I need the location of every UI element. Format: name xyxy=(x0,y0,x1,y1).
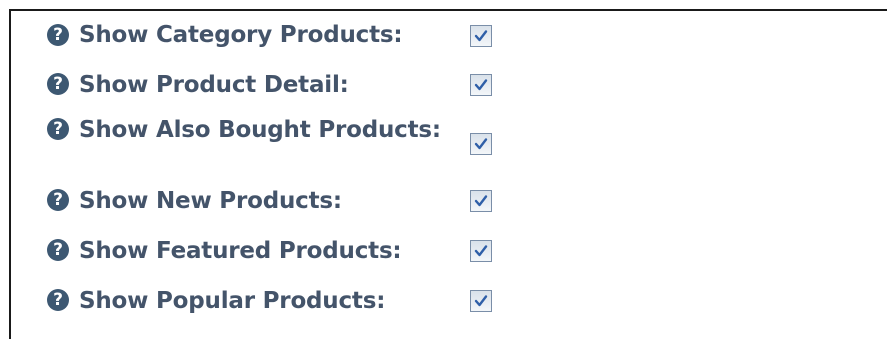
help-question-icon[interactable]: ? xyxy=(47,239,69,261)
show-also-bought-products-checkbox[interactable] xyxy=(470,133,492,155)
help-question-icon[interactable]: ? xyxy=(47,189,69,211)
setting-label: Show Featured Products: xyxy=(79,238,402,264)
checkmark-icon xyxy=(474,138,488,150)
setting-row-popular-products: ? Show Popular Products: xyxy=(11,287,887,323)
setting-row-category-products: ? Show Category Products: xyxy=(11,21,887,57)
setting-row-featured-products: ? Show Featured Products: xyxy=(11,237,887,273)
setting-label: Show Category Products: xyxy=(79,22,403,48)
checkmark-icon xyxy=(474,295,488,307)
setting-row-new-products: ? Show New Products: xyxy=(11,187,887,223)
setting-row-product-detail: ? Show Product Detail: xyxy=(11,71,887,107)
help-question-icon[interactable]: ? xyxy=(47,118,69,140)
setting-label: Show Product Detail: xyxy=(79,72,349,98)
checkmark-icon xyxy=(474,79,488,91)
help-question-icon[interactable]: ? xyxy=(47,289,69,311)
checkmark-icon xyxy=(474,245,488,257)
show-new-products-checkbox[interactable] xyxy=(470,190,492,212)
checkmark-icon xyxy=(474,195,488,207)
checkmark-icon xyxy=(474,30,488,42)
setting-row-also-bought-products: ? Show Also Bought Products: xyxy=(11,117,887,167)
settings-panel: ? Show Category Products: ? Show Product… xyxy=(9,9,887,339)
show-popular-products-checkbox[interactable] xyxy=(470,290,492,312)
setting-label: Show New Products: xyxy=(79,188,342,214)
setting-label: Show Popular Products: xyxy=(79,288,386,314)
setting-label: Show Also Bought Products: xyxy=(79,117,441,143)
help-question-icon[interactable]: ? xyxy=(47,73,69,95)
show-product-detail-checkbox[interactable] xyxy=(470,74,492,96)
show-featured-products-checkbox[interactable] xyxy=(470,240,492,262)
show-category-products-checkbox[interactable] xyxy=(470,25,492,47)
help-question-icon[interactable]: ? xyxy=(47,24,69,46)
